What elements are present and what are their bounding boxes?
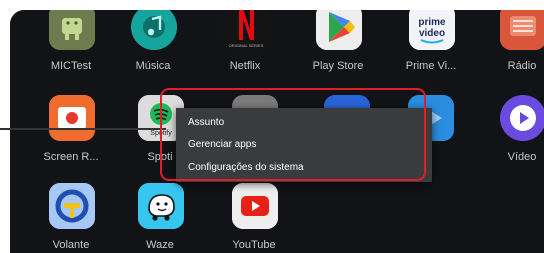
prime-video-icon: prime video — [409, 10, 455, 50]
screen-recorder-icon — [49, 95, 95, 141]
netflix-tagline: ORIGINAL SERIES — [229, 43, 264, 48]
app-video[interactable]: Vídeo — [486, 95, 544, 173]
app-waze[interactable]: Waze — [124, 183, 196, 253]
android-robot-icon — [49, 10, 95, 50]
app-radio[interactable]: Rádio — [486, 10, 544, 82]
app-screen-recorder[interactable]: Screen R... — [35, 95, 107, 173]
radio-icon — [500, 10, 544, 50]
app-label: Waze — [146, 239, 174, 251]
youtube-icon — [232, 183, 278, 229]
highlight-box — [160, 88, 426, 181]
app-label: MICTest — [50, 60, 92, 72]
video-play-icon — [500, 95, 544, 141]
app-label: Vídeo — [507, 151, 537, 163]
steering-wheel-icon — [49, 183, 95, 229]
prime-logo-line1: prime — [418, 17, 446, 28]
app-label: Música — [135, 60, 171, 72]
play-store-icon — [316, 10, 362, 50]
app-label: Volante — [52, 239, 90, 251]
app-musica[interactable]: Música — [117, 10, 189, 82]
app-label: YouTube — [232, 239, 276, 251]
app-label: Rádio — [507, 60, 537, 72]
app-netflix[interactable]: ORIGINAL SERIES Netflix — [209, 10, 281, 82]
app-youtube[interactable]: YouTube — [218, 183, 290, 253]
netflix-icon: ORIGINAL SERIES — [223, 10, 269, 50]
app-volante[interactable]: Volante — [35, 183, 107, 253]
prime-logo-line2: video — [419, 28, 445, 39]
app-label: Play Store — [312, 60, 364, 72]
app-primevideo[interactable]: prime video Prime Vi... — [395, 10, 467, 82]
app-label: Prime Vi... — [405, 60, 457, 72]
app-playstore[interactable]: Play Store — [302, 10, 374, 82]
waze-icon — [138, 183, 184, 229]
music-note-icon — [131, 10, 177, 50]
app-label: Screen R... — [43, 151, 99, 163]
app-label: Netflix — [229, 60, 261, 72]
callout-line — [0, 128, 166, 130]
app-mictest[interactable]: MICTest — [35, 10, 107, 82]
